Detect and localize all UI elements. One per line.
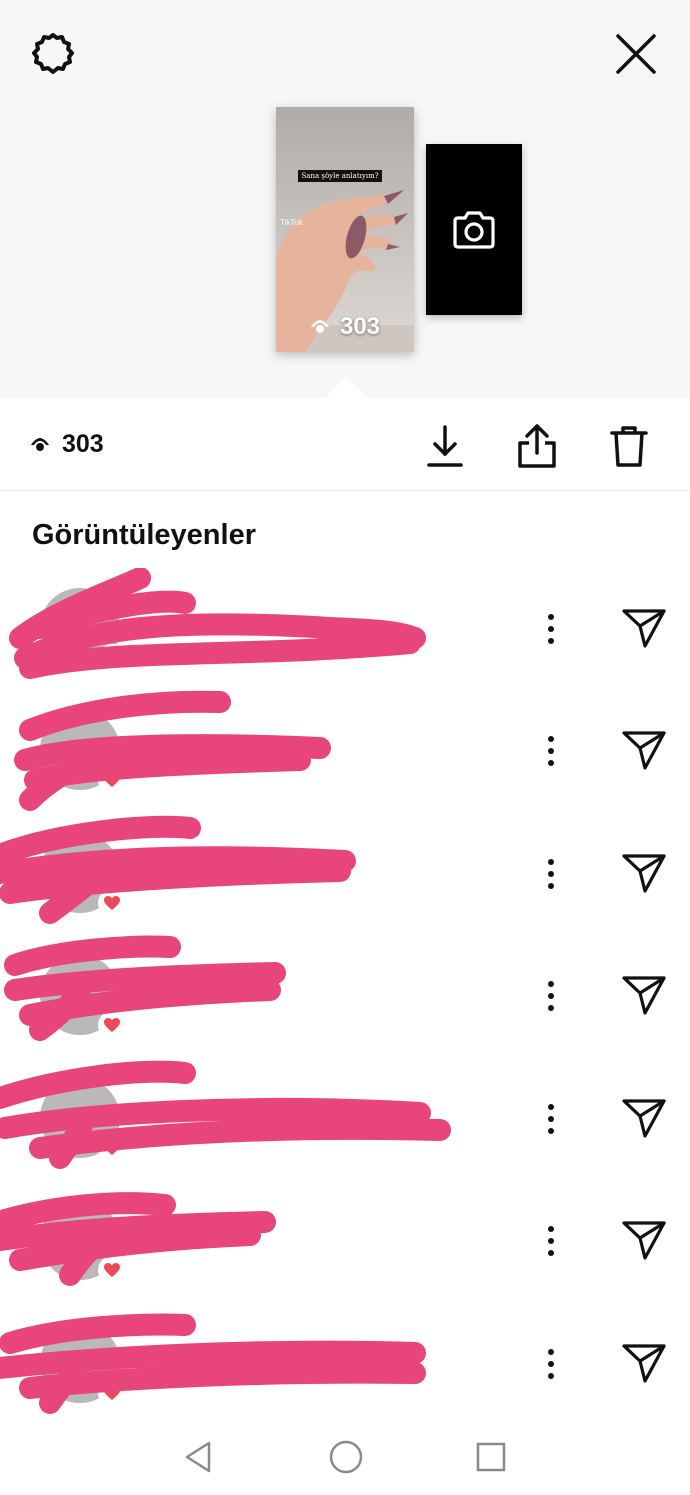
send-message-button[interactable] (618, 1214, 670, 1266)
like-badge (98, 1011, 126, 1039)
back-icon (185, 1441, 211, 1473)
heart-icon (104, 1141, 120, 1155)
share-icon (518, 424, 556, 468)
send-message-button[interactable] (618, 847, 670, 899)
more-vertical-icon (548, 1349, 554, 1379)
more-options-button[interactable] (536, 1216, 566, 1266)
viewer-row[interactable] (0, 1058, 690, 1180)
story-thumbnail[interactable]: Sana şöyle anlatıyım? TikTok 303 (276, 107, 414, 352)
view-count[interactable]: 303 (30, 430, 104, 459)
viewer-row[interactable] (0, 568, 690, 690)
send-icon (622, 976, 666, 1015)
settings-gear-icon (32, 33, 74, 74)
more-vertical-icon (548, 859, 554, 889)
send-message-button[interactable] (618, 1092, 670, 1144)
send-icon (622, 854, 666, 893)
like-badge (98, 766, 126, 794)
more-options-button[interactable] (536, 971, 566, 1021)
trash-icon (610, 426, 648, 467)
heart-icon (104, 773, 120, 787)
send-icon (622, 1221, 666, 1260)
more-options-button[interactable] (536, 604, 566, 654)
close-button[interactable] (612, 30, 660, 78)
download-icon (427, 425, 463, 467)
heart-icon (104, 1386, 120, 1400)
home-button[interactable] (326, 1437, 366, 1477)
more-vertical-icon (548, 736, 554, 766)
send-icon (622, 731, 666, 770)
more-vertical-icon (548, 614, 554, 644)
like-badge (98, 889, 126, 917)
more-options-button[interactable] (536, 849, 566, 899)
send-icon (622, 1099, 666, 1138)
like-badge (98, 1379, 126, 1407)
story-caption: Sana şöyle anlatıyım? (298, 170, 382, 182)
like-badge (98, 644, 126, 672)
eye-icon (31, 437, 49, 451)
settings-button[interactable] (26, 28, 80, 82)
viewer-avatar[interactable] (40, 1078, 126, 1162)
like-badge (98, 1256, 126, 1284)
viewers-title: Görüntüleyenler (32, 519, 256, 551)
camera-icon (453, 210, 495, 249)
back-button[interactable] (180, 1436, 216, 1478)
home-icon (329, 1440, 363, 1474)
delete-button[interactable] (604, 420, 654, 472)
story-view-count: 303 (276, 313, 414, 341)
send-message-button[interactable] (618, 602, 670, 654)
viewer-avatar[interactable] (40, 833, 126, 917)
viewer-avatar[interactable] (40, 1200, 126, 1284)
send-message-button[interactable] (618, 1337, 670, 1389)
more-vertical-icon (548, 981, 554, 1011)
heart-icon (104, 651, 120, 665)
recent-apps-icon (476, 1442, 506, 1472)
heart-icon (104, 1018, 120, 1032)
more-vertical-icon (548, 1104, 554, 1134)
viewer-row[interactable] (0, 935, 690, 1057)
close-icon (616, 34, 656, 74)
viewer-row[interactable] (0, 1303, 690, 1425)
more-options-button[interactable] (536, 1339, 566, 1389)
eye-icon (310, 320, 329, 333)
viewer-avatar[interactable] (40, 1323, 126, 1407)
viewer-row[interactable] (0, 1180, 690, 1302)
send-message-button[interactable] (618, 724, 670, 776)
add-story-card[interactable] (426, 144, 522, 315)
selection-pointer (324, 376, 368, 399)
send-icon (622, 609, 666, 648)
like-badge (98, 1134, 126, 1162)
heart-icon (104, 1263, 120, 1277)
story-views-value: 303 (339, 313, 381, 340)
viewer-name: A (150, 732, 165, 757)
viewer-row[interactable]: A (0, 690, 690, 812)
share-button[interactable] (512, 420, 562, 472)
heart-icon (104, 896, 120, 910)
send-icon (622, 1344, 666, 1383)
more-vertical-icon (548, 1226, 554, 1256)
viewer-row[interactable] (0, 813, 690, 935)
tiktok-watermark: TikTok (280, 218, 303, 227)
recent-apps-button[interactable] (472, 1438, 510, 1476)
send-message-button[interactable] (618, 969, 670, 1021)
download-button[interactable] (420, 420, 470, 472)
view-count-value: 303 (62, 430, 104, 458)
viewer-avatar[interactable] (40, 588, 126, 672)
viewer-avatar[interactable] (40, 955, 126, 1039)
more-options-button[interactable] (536, 1094, 566, 1144)
viewer-avatar[interactable] (40, 710, 126, 794)
more-options-button[interactable] (536, 726, 566, 776)
